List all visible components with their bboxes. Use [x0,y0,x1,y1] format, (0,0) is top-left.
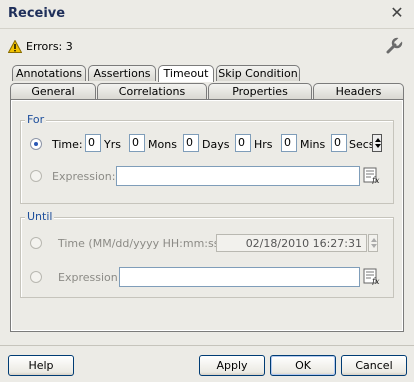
minutes-field[interactable]: 0 [281,134,297,152]
dialog-title: Receive [8,6,66,21]
for-time-label: Time: [52,138,83,151]
until-datetime-spinner[interactable] [368,234,378,252]
wrench-icon[interactable] [385,37,403,55]
footer-divider [0,345,414,346]
for-time-radio[interactable] [30,138,42,150]
tab-general[interactable]: General [10,83,96,99]
for-expression-input[interactable] [116,166,360,186]
years-unit-label: Yrs [104,138,121,151]
until-time-label: Time (MM/dd/yyyy HH:mm:ss): [58,237,228,250]
hours-unit-label: Hrs [254,138,273,151]
months-unit-label: Mons [148,138,177,151]
until-expression-label: Expression: [58,271,122,284]
tab-correlations[interactable]: Correlations [97,83,207,99]
hours-field[interactable]: 0 [235,134,251,152]
tab-assertions[interactable]: Assertions [88,65,156,81]
ok-button[interactable]: OK [270,355,336,376]
until-expression-input[interactable] [119,267,360,287]
errors-count: Errors: 3 [26,40,73,53]
cancel-button[interactable]: Cancel [341,355,407,376]
tab-headers[interactable]: Headers [313,83,404,99]
days-unit-label: Days [202,138,230,151]
for-group [20,120,394,204]
days-field[interactable]: 0 [183,134,199,152]
tab-timeout[interactable]: Timeout [158,65,214,82]
expression-builder-icon[interactable]: fx [363,167,380,184]
for-group-label: For [25,113,47,126]
years-field[interactable]: 0 [85,134,101,152]
expression-builder-icon[interactable]: fx [363,268,380,285]
svg-text:fx: fx [371,277,380,285]
minutes-unit-label: Mins [300,138,326,151]
warning-icon [8,40,22,53]
months-field[interactable]: 0 [129,134,145,152]
until-datetime-field[interactable]: 02/18/2010 16:27:31 [216,234,367,252]
close-icon[interactable]: ✕ [388,4,406,22]
help-button[interactable]: Help [8,355,74,376]
header-divider [0,28,414,29]
until-time-radio[interactable] [30,237,42,249]
for-expression-label: Expression: [52,170,116,183]
tab-properties[interactable]: Properties [208,83,312,99]
until-expression-radio[interactable] [30,271,42,283]
until-group-label: Until [25,210,55,223]
tab-skip-condition[interactable]: Skip Condition [216,65,300,81]
seconds-field[interactable]: 0 [331,134,347,152]
for-expression-radio[interactable] [30,170,42,182]
seconds-unit-label: Secs [349,138,375,151]
seconds-spinner[interactable] [372,134,382,152]
apply-button[interactable]: Apply [199,355,265,376]
svg-text:fx: fx [371,176,380,184]
tab-annotations[interactable]: Annotations [12,65,86,81]
